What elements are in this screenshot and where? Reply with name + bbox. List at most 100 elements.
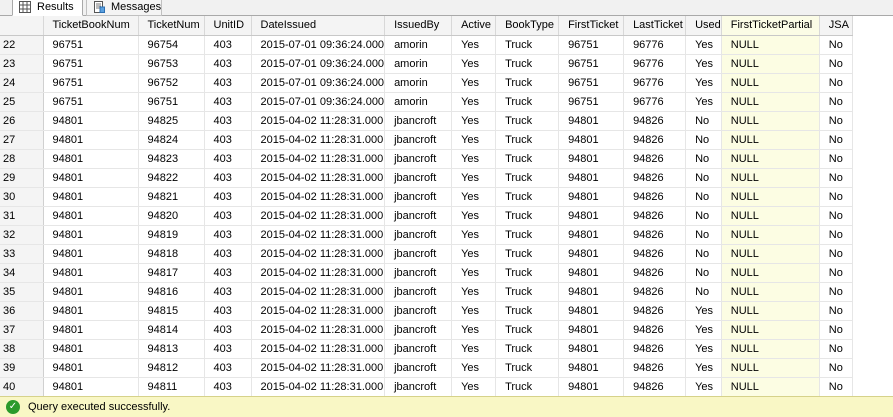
table-cell[interactable]: 2015-04-02 11:28:31.000 — [251, 149, 386, 169]
row-number[interactable]: 38 — [0, 339, 44, 359]
column-header[interactable]: JSA — [819, 16, 853, 36]
table-cell[interactable]: Yes — [685, 377, 722, 396]
row-number[interactable]: 27 — [0, 130, 44, 150]
table-cell[interactable]: 2015-04-02 11:28:31.000 — [251, 130, 386, 150]
table-cell[interactable]: NULL — [721, 111, 820, 131]
table-cell[interactable]: 403 — [204, 35, 252, 55]
table-cell[interactable]: 2015-04-02 11:28:31.000 — [251, 282, 386, 302]
table-cell[interactable]: 403 — [204, 168, 252, 188]
table-cell[interactable]: Yes — [451, 54, 497, 74]
table-row[interactable]: 31 94801 94820 403 2015-04-02 11:28:31.000 jb… — [0, 206, 853, 226]
table-row[interactable]: 27 94801 94824 403 2015-04-02 11:28:31.000 jb… — [0, 130, 853, 150]
table-cell[interactable]: 403 — [204, 320, 252, 340]
table-cell[interactable]: Truck — [495, 377, 560, 396]
table-cell[interactable]: Yes — [451, 111, 497, 131]
table-cell[interactable]: No — [819, 358, 853, 378]
table-cell[interactable]: Yes — [451, 35, 497, 55]
table-cell[interactable]: No — [819, 225, 853, 245]
table-cell[interactable]: No — [685, 282, 722, 302]
table-cell[interactable]: 94826 — [623, 225, 687, 245]
table-cell[interactable]: jbancroft — [384, 130, 453, 150]
table-cell[interactable]: 94826 — [623, 358, 687, 378]
table-cell[interactable]: Truck — [495, 35, 560, 55]
table-row[interactable]: 39 94801 94812 403 2015-04-02 11:28:31.000 jb… — [0, 358, 853, 378]
table-cell[interactable]: NULL — [721, 149, 820, 169]
table-cell[interactable]: 96776 — [623, 92, 687, 112]
table-cell[interactable]: Yes — [451, 168, 497, 188]
table-cell[interactable]: 94801 — [558, 301, 625, 321]
table-cell[interactable]: 94826 — [623, 263, 687, 283]
column-header[interactable]: UnitID — [204, 16, 252, 36]
table-cell[interactable]: 94814 — [138, 320, 205, 340]
row-number[interactable]: 36 — [0, 301, 44, 321]
table-cell[interactable]: 94818 — [138, 244, 205, 264]
table-row[interactable]: 23 96751 96753 403 2015-07-01 09:36:24.000 am… — [0, 54, 853, 74]
table-cell[interactable]: 94801 — [43, 130, 139, 150]
table-cell[interactable]: Yes — [451, 73, 497, 93]
table-cell[interactable]: 403 — [204, 130, 252, 150]
table-cell[interactable]: 94826 — [623, 301, 687, 321]
table-cell[interactable]: 403 — [204, 149, 252, 169]
table-cell[interactable]: No — [819, 263, 853, 283]
table-cell[interactable]: No — [819, 73, 853, 93]
table-cell[interactable]: 94801 — [558, 111, 625, 131]
column-header[interactable]: BookType — [495, 16, 560, 36]
column-header[interactable]: Active — [451, 16, 497, 36]
table-cell[interactable]: Yes — [685, 301, 722, 321]
table-cell[interactable]: 94826 — [623, 187, 687, 207]
table-cell[interactable]: 94824 — [138, 130, 205, 150]
table-cell[interactable]: 94826 — [623, 111, 687, 131]
table-cell[interactable]: No — [819, 339, 853, 359]
table-cell[interactable]: NULL — [721, 282, 820, 302]
table-cell[interactable]: Yes — [451, 320, 497, 340]
table-cell[interactable]: 2015-04-02 11:28:31.000 — [251, 320, 386, 340]
table-cell[interactable]: 2015-04-02 11:28:31.000 — [251, 206, 386, 226]
table-cell[interactable]: Yes — [451, 339, 497, 359]
row-number[interactable]: 22 — [0, 35, 44, 55]
table-cell[interactable]: No — [819, 301, 853, 321]
table-cell[interactable]: Yes — [451, 130, 497, 150]
table-cell[interactable]: 94801 — [43, 149, 139, 169]
table-cell[interactable]: No — [685, 130, 722, 150]
table-cell[interactable]: Yes — [685, 73, 722, 93]
table-cell[interactable]: 94826 — [623, 130, 687, 150]
tab-results[interactable]: Results — [12, 0, 83, 16]
table-cell[interactable]: 94826 — [623, 206, 687, 226]
row-number[interactable]: 31 — [0, 206, 44, 226]
table-cell[interactable]: Yes — [451, 187, 497, 207]
table-cell[interactable]: 403 — [204, 301, 252, 321]
table-cell[interactable]: 96776 — [623, 54, 687, 74]
table-cell[interactable]: No — [685, 244, 722, 264]
table-cell[interactable]: 2015-04-02 11:28:31.000 — [251, 244, 386, 264]
row-number[interactable]: 25 — [0, 92, 44, 112]
table-cell[interactable]: 96751 — [43, 73, 139, 93]
row-number[interactable]: 29 — [0, 168, 44, 188]
table-cell[interactable]: Truck — [495, 54, 560, 74]
table-cell[interactable]: jbancroft — [384, 282, 453, 302]
table-row[interactable]: 26 94801 94825 403 2015-04-02 11:28:31.000 jb… — [0, 111, 853, 131]
table-cell[interactable]: jbancroft — [384, 320, 453, 340]
table-cell[interactable]: 94801 — [43, 187, 139, 207]
table-cell[interactable]: No — [685, 149, 722, 169]
table-cell[interactable]: 94821 — [138, 187, 205, 207]
table-cell[interactable]: NULL — [721, 301, 820, 321]
table-cell[interactable]: NULL — [721, 73, 820, 93]
table-cell[interactable]: Yes — [685, 320, 722, 340]
table-cell[interactable]: Truck — [495, 206, 560, 226]
table-cell[interactable]: 94826 — [623, 377, 687, 396]
table-cell[interactable]: 94822 — [138, 168, 205, 188]
table-cell[interactable]: No — [685, 111, 722, 131]
table-cell[interactable]: 94801 — [43, 111, 139, 131]
table-cell[interactable]: NULL — [721, 225, 820, 245]
table-cell[interactable]: 403 — [204, 92, 252, 112]
table-cell[interactable]: 96754 — [138, 35, 205, 55]
table-cell[interactable]: 94815 — [138, 301, 205, 321]
table-cell[interactable]: No — [819, 206, 853, 226]
table-cell[interactable]: amorin — [384, 54, 453, 74]
table-cell[interactable]: 94826 — [623, 244, 687, 264]
table-cell[interactable]: Yes — [451, 206, 497, 226]
table-cell[interactable]: NULL — [721, 54, 820, 74]
table-cell[interactable]: Yes — [451, 244, 497, 264]
table-cell[interactable]: 94819 — [138, 225, 205, 245]
table-cell[interactable]: No — [819, 54, 853, 74]
